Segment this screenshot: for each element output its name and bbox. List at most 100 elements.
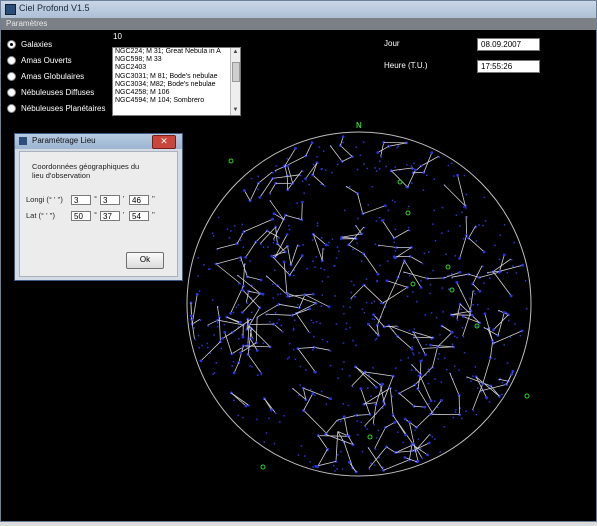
constellation-line — [303, 410, 327, 434]
constellation-line — [297, 348, 316, 373]
star — [394, 250, 397, 252]
scroll-thumb[interactable] — [232, 62, 240, 82]
star — [355, 344, 357, 346]
star — [233, 399, 235, 402]
star — [465, 410, 467, 412]
star — [241, 284, 245, 288]
dialog-title: Paramétrage Lieu — [32, 136, 96, 145]
star — [454, 335, 456, 338]
star — [257, 188, 259, 190]
star — [428, 251, 430, 253]
constellation-line — [414, 405, 425, 408]
star — [351, 385, 354, 388]
star — [279, 293, 282, 295]
latitude-minutes-field[interactable]: 37 — [100, 211, 120, 221]
star — [393, 256, 397, 260]
app-window: Ciel Profond V1.5 Paramètres N Galaxies … — [0, 0, 597, 522]
close-icon[interactable]: ✕ — [152, 135, 176, 149]
star — [474, 366, 477, 368]
longitude-minutes-field[interactable]: 3 — [100, 195, 120, 205]
radio-button[interactable] — [7, 87, 16, 97]
star — [198, 290, 201, 292]
star — [362, 141, 365, 143]
constellation-line — [265, 313, 293, 316]
radio-button[interactable] — [7, 71, 16, 81]
list-item[interactable]: NGC598; M 33 — [113, 56, 240, 64]
star — [422, 189, 425, 191]
constellation-line — [472, 283, 481, 292]
constellation-line — [271, 251, 286, 257]
star — [220, 347, 222, 350]
star — [277, 293, 279, 296]
constellation-line — [457, 175, 466, 207]
star — [454, 255, 457, 257]
radio-button[interactable] — [7, 39, 16, 49]
latitude-label: Lat (° ' '') — [26, 211, 55, 220]
radio-nebuleuses-diffuses[interactable]: Nébuleuses Diffuses — [7, 86, 94, 98]
constellation-line — [443, 184, 466, 207]
star — [433, 178, 435, 180]
star — [308, 307, 312, 311]
constellation-line — [493, 330, 523, 344]
star — [232, 371, 236, 375]
star — [447, 230, 450, 232]
constellation-line — [475, 376, 500, 397]
star — [269, 193, 272, 195]
star — [215, 362, 217, 364]
star — [385, 279, 389, 283]
radio-button[interactable] — [7, 103, 16, 113]
star — [363, 163, 365, 165]
star — [413, 162, 415, 165]
star — [429, 399, 433, 403]
list-item[interactable]: NGC224; M 31; Great Nebula in A — [113, 48, 240, 57]
star — [312, 163, 315, 166]
hour-field[interactable]: 17:55:26 — [477, 60, 540, 73]
star — [432, 223, 434, 225]
object-list[interactable]: NGC224; M 31; Great Nebula in A NGC598; … — [112, 47, 241, 116]
constellation-line — [278, 303, 300, 309]
star — [374, 448, 377, 450]
scroll-down-icon[interactable]: ▼ — [232, 107, 239, 114]
star — [244, 256, 248, 259]
ok-button[interactable]: Ok — [126, 252, 164, 269]
radio-nebuleuses-planetaires[interactable]: Nébuleuses Planétaires — [7, 102, 106, 114]
latitude-degrees-field[interactable]: 50 — [71, 211, 91, 221]
list-item[interactable]: NGC4594; M 104; Sombrero — [113, 97, 240, 105]
constellation-line — [264, 398, 272, 411]
star — [348, 375, 351, 377]
radio-galaxies[interactable]: Galaxies — [7, 38, 52, 50]
star — [394, 166, 396, 168]
star — [452, 416, 455, 419]
latitude-seconds-field[interactable]: 54 — [129, 211, 149, 221]
star — [347, 404, 350, 407]
list-item[interactable]: NGC2403 — [113, 64, 240, 72]
list-scrollbar[interactable]: ▲ ▼ — [230, 48, 240, 115]
star — [465, 207, 467, 209]
list-item[interactable]: NGC4258; M 106 — [113, 89, 240, 97]
constellation-line — [325, 419, 338, 435]
star — [316, 225, 319, 227]
star — [356, 168, 359, 171]
constellation-line — [377, 145, 390, 153]
radio-amas-globulaires[interactable]: Amas Globulaires — [7, 70, 84, 82]
constellation-line — [224, 332, 233, 355]
constellation-line — [340, 145, 353, 157]
star — [342, 141, 344, 144]
radio-amas-ouverts[interactable]: Amas Ouverts — [7, 54, 72, 66]
scroll-up-icon[interactable]: ▲ — [232, 49, 239, 56]
dialog-body: Coordonnées géographiques du lieu d'obse… — [19, 151, 178, 277]
list-item[interactable]: NGC3031; M 81; Bode's nebulae — [113, 73, 240, 81]
star — [441, 206, 444, 209]
star — [375, 436, 378, 439]
day-field[interactable]: 08.09.2007 — [477, 38, 540, 51]
star — [279, 421, 281, 423]
star — [262, 342, 265, 344]
list-item[interactable]: NGC3034; M82; Bode's nebulae — [113, 81, 240, 89]
longitude-seconds-field[interactable]: 46 — [129, 195, 149, 205]
radio-button[interactable] — [7, 55, 16, 65]
constellation-line — [407, 169, 416, 188]
star — [420, 280, 422, 282]
star — [400, 359, 402, 361]
longitude-degrees-field[interactable]: 3 — [71, 195, 91, 205]
star — [294, 358, 297, 361]
